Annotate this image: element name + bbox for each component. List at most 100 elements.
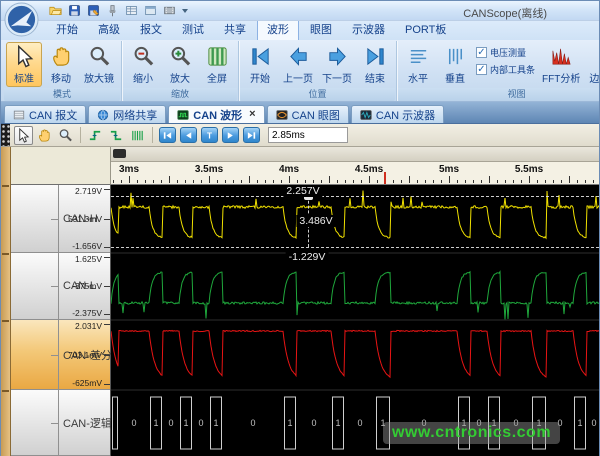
close-tab-icon[interactable]: ×: [249, 109, 255, 120]
vertical-button-label: 垂直: [445, 70, 465, 85]
ruler-tick-major: [169, 176, 170, 183]
svg-text:0: 0: [131, 418, 136, 428]
hand-icon: [37, 128, 52, 143]
save-icon[interactable]: [66, 3, 83, 19]
channel-can-h-bottom-scale: -1.656V: [72, 241, 102, 251]
fft-icon: [550, 45, 573, 68]
tab-network-share[interactable]: 网络共享: [88, 105, 166, 123]
scrollbar-thumb[interactable]: [113, 149, 126, 158]
svg-text:1: 1: [335, 418, 340, 428]
nav-first-icon: [249, 45, 272, 68]
nav-prev-button[interactable]: [180, 127, 197, 143]
select-tool-button[interactable]: [14, 126, 33, 145]
go-start-button-label: 开始: [250, 70, 270, 85]
channel-can-logic[interactable]: CAN-逻辑值: [11, 390, 110, 456]
ruler-tick: [121, 180, 122, 183]
tab-can-eye[interactable]: CAN 眼图: [267, 105, 349, 123]
full-screen-button[interactable]: 全屏: [199, 42, 235, 87]
pin-icon[interactable]: [104, 3, 121, 19]
channel-can-l-mid-scale: -375mV: [72, 281, 102, 291]
nav-trigger-button[interactable]: T: [201, 127, 218, 143]
voltage-measure-checkbox-box[interactable]: ✓: [476, 47, 487, 58]
ribbon-tab-3[interactable]: 测试: [173, 19, 213, 40]
fft-analysis-button[interactable]: FFT分析: [538, 42, 584, 87]
horizontal-scrollbar[interactable]: [111, 147, 599, 162]
go-start-button[interactable]: 开始: [242, 42, 278, 87]
ruler-label-5.5ms: 5.5ms: [515, 164, 543, 175]
zoom-tool-button[interactable]: [56, 126, 75, 145]
tab-can-waveform[interactable]: CAN 波形×: [168, 105, 264, 123]
ruler-tick: [137, 180, 138, 183]
svg-text:1: 1: [183, 418, 188, 428]
go-end-button-label: 结束: [365, 70, 385, 85]
nav-next-button[interactable]: [222, 127, 239, 143]
pan-mode-button[interactable]: 移动: [43, 42, 79, 87]
app-logo-icon[interactable]: [4, 2, 39, 37]
internal-toolbar-checkbox-box[interactable]: ✓: [476, 64, 487, 75]
time-ruler[interactable]: 3ms3.5ms4ms4.5ms5ms5.5ms6ms: [111, 162, 599, 185]
ruler-tick: [521, 180, 522, 183]
scale-tick: [104, 247, 110, 248]
fullscreen-icon: [206, 45, 229, 68]
edge-measure-button[interactable]: 边沿测量: [585, 42, 600, 87]
rising-edge-tool-button[interactable]: [86, 126, 105, 145]
ruler-tick: [281, 180, 282, 183]
standard-mode-button[interactable]: 标准: [6, 42, 42, 87]
go-end-button[interactable]: 结束: [357, 42, 393, 87]
cursor-line-bottom[interactable]: [111, 247, 599, 248]
edges-view-button[interactable]: [128, 126, 147, 145]
scale-tick: [104, 219, 110, 220]
nav-last-button[interactable]: [243, 127, 260, 143]
ribbon-tab-0[interactable]: 开始: [47, 19, 87, 40]
grid-icon[interactable]: [123, 3, 140, 19]
film-icon[interactable]: [161, 3, 178, 19]
ruler-tick: [577, 180, 578, 183]
channel-can-h[interactable]: CAN-H2.719V531.3mV-1.656V: [11, 185, 110, 253]
group-zoom-body: 缩小放大全屏: [123, 41, 237, 88]
ruler-tick: [361, 180, 362, 183]
waveform-plot[interactable]: 010101010101010101010 2.257V 3.486V -1.2…: [111, 185, 599, 456]
ruler-tick: [321, 180, 322, 183]
vertical-button[interactable]: 垂直: [437, 42, 473, 87]
ruler-tick: [513, 180, 514, 183]
zoom-out-button[interactable]: 缩小: [125, 42, 161, 87]
nav-first-button[interactable]: [159, 127, 176, 143]
tab-can-message[interactable]: CAN 报文: [4, 105, 86, 123]
magnifier-mode-button[interactable]: 放大镜: [80, 42, 118, 87]
ribbon-tab-6[interactable]: 眼图: [301, 19, 341, 40]
tree-stub: [51, 286, 59, 287]
toolbar-separator: [80, 127, 81, 143]
channel-can-diff[interactable]: CAN-差分2.031V703.1mV-625mV: [11, 320, 110, 390]
saveas-icon[interactable]: [85, 3, 102, 19]
ribbon-tab-5[interactable]: 波形: [257, 18, 299, 40]
horizontal-lines-icon: [407, 45, 430, 68]
prev-page-button[interactable]: 上一页: [279, 42, 317, 87]
ruler-tick: [481, 180, 482, 183]
ruler-tick: [441, 180, 442, 183]
cursor-line-top[interactable]: [111, 196, 599, 197]
standard-mode-button-label: 标准: [14, 70, 34, 85]
ribbon-tab-4[interactable]: 共享: [215, 19, 255, 40]
internal-toolbar-checkbox[interactable]: ✓内部工具条: [476, 63, 535, 76]
toolbar-items: T: [14, 126, 261, 145]
falling-edge-tool-button[interactable]: [107, 126, 126, 145]
tab-can-scope[interactable]: CAN 示波器: [351, 105, 444, 123]
zoom-in-button[interactable]: 放大: [162, 42, 198, 87]
svg-text:T: T: [207, 131, 212, 140]
pan-tool-button[interactable]: [35, 126, 54, 145]
toolbar-drag-handle[interactable]: [1, 124, 10, 146]
horizontal-button[interactable]: 水平: [400, 42, 436, 87]
ribbon-tab-2[interactable]: 报文: [131, 19, 171, 40]
window-icon[interactable]: [142, 3, 159, 19]
voltage-measure-checkbox[interactable]: ✓电压测量: [476, 46, 535, 59]
ribbon-tab-row: 开始高级报文测试共享波形眼图示波器PORT板: [1, 21, 599, 40]
open-icon[interactable]: [47, 3, 64, 19]
ribbon-tab-8[interactable]: PORT板: [396, 19, 455, 40]
ribbon-tab-7[interactable]: 示波器: [343, 19, 394, 40]
channel-can-l[interactable]: CAN-L1.625V-375mV-2.375V: [11, 253, 110, 320]
strip-tick: [2, 185, 9, 187]
time-range-input[interactable]: [268, 127, 348, 143]
quick-access-dropdown-icon[interactable]: [182, 9, 188, 13]
next-page-button[interactable]: 下一页: [318, 42, 356, 87]
ribbon-tab-1[interactable]: 高级: [89, 19, 129, 40]
